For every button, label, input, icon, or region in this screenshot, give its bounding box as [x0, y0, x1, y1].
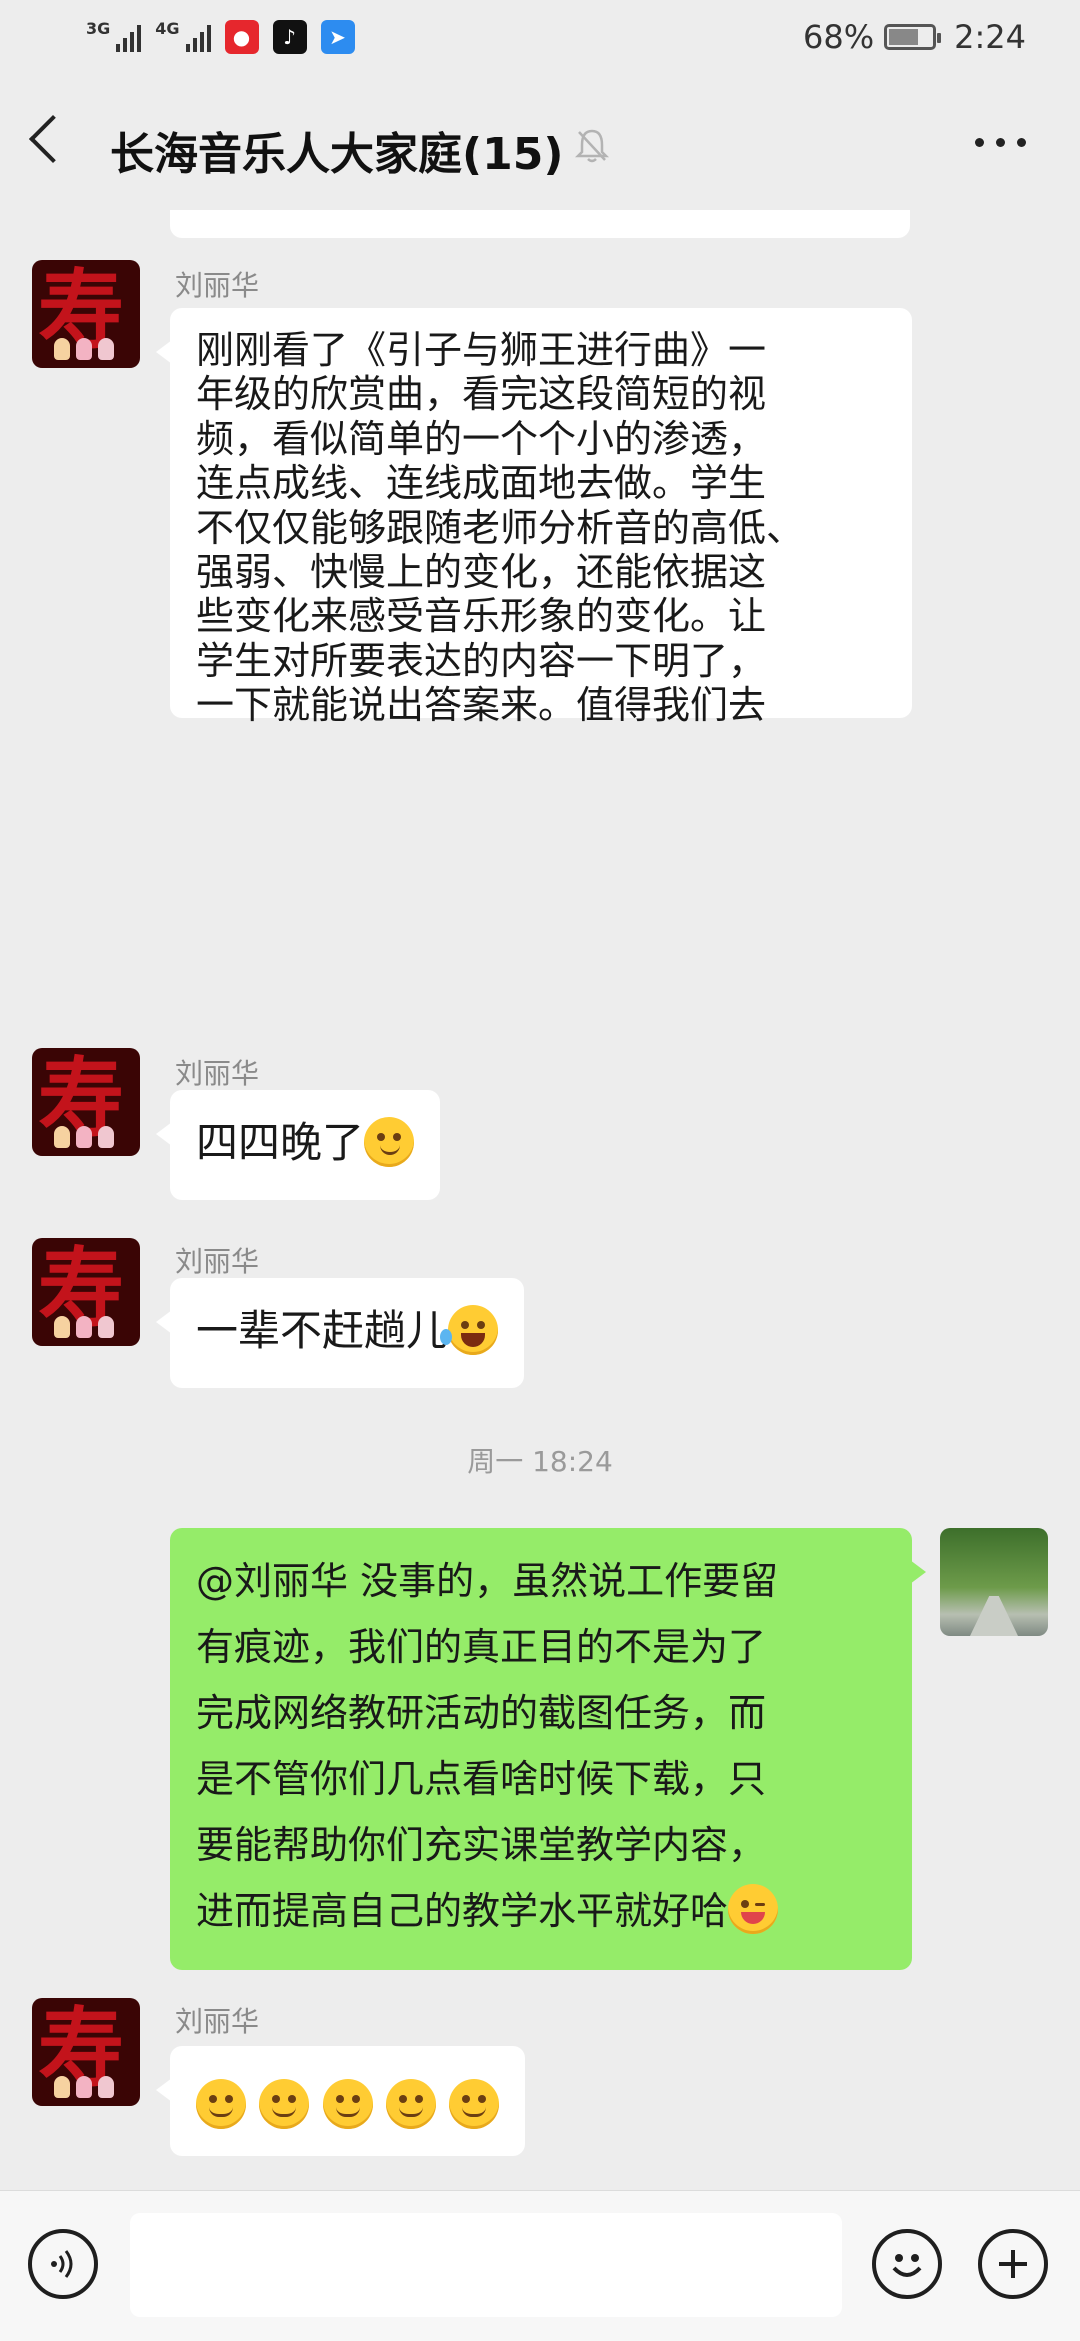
- chat-area[interactable]: 寿 刘丽华 刚刚看了《引子与狮王进行曲》一 年级的欣赏曲，看完这段简短的视 频，…: [0, 210, 1080, 2190]
- tiktok-icon: ♪: [272, 20, 307, 54]
- avatar[interactable]: 寿: [32, 260, 140, 368]
- laughing-tears-emoji-icon: [440, 1305, 499, 1355]
- message-line: 刚刚看了《引子与狮王进行曲》一: [196, 328, 767, 372]
- message-line: 连点成线、连线成面地去做。学生: [196, 461, 767, 506]
- smile-emoji-icon: [449, 2079, 500, 2129]
- message-line: 强弱、快慢上的变化，还能依据这: [196, 550, 767, 595]
- status-right: 68% 2:24: [803, 18, 1026, 56]
- more-functions-plus-icon[interactable]: [978, 2229, 1048, 2299]
- chat-header: 长海音乐人大家庭(15): [0, 80, 1080, 210]
- messaging-app-icon: ➤: [320, 20, 355, 54]
- avatar[interactable]: 寿: [32, 1048, 140, 1156]
- battery-percent: 68%: [803, 18, 875, 56]
- emoji-picker-icon[interactable]: [872, 2229, 942, 2299]
- more-icon[interactable]: [975, 138, 1026, 147]
- smile-emoji-icon: [259, 2079, 310, 2129]
- avatar[interactable]: 寿: [32, 1238, 140, 1346]
- voice-wave-icon: [51, 2250, 73, 2278]
- timestamp: 周一 18:24: [467, 1445, 613, 1478]
- signal-strength-icon-2: [185, 22, 211, 52]
- back-icon[interactable]: [28, 114, 78, 164]
- message-line: @刘丽华 没事的，虽然说工作要留: [196, 1559, 779, 1603]
- network-3g-label: 3G: [86, 19, 111, 38]
- input-bar: [0, 2190, 1080, 2341]
- message-line: 一下就能说出答案来。值得我们去: [196, 683, 767, 728]
- avatar[interactable]: 寿: [32, 1998, 140, 2106]
- my-avatar[interactable]: [940, 1528, 1048, 1636]
- message-text: 进而提高自己的教学水平就好哈: [196, 1889, 729, 1933]
- voice-input-icon[interactable]: [28, 2229, 98, 2299]
- message-bubble[interactable]: 一辈不赶趟儿: [155, 1278, 525, 1388]
- message-line: 进而提高自己的教学水平就好哈: [196, 1878, 886, 1944]
- chat-title: 长海音乐人大家庭(15): [110, 129, 564, 180]
- message-bubble[interactable]: 四四晚了: [155, 1090, 441, 1200]
- message-input[interactable]: [130, 2213, 842, 2317]
- smiley-face-icon: [892, 2254, 922, 2277]
- clock: 2:24: [954, 18, 1026, 56]
- message-bubble[interactable]: 刚刚看了《引子与狮王进行曲》一 年级的欣赏曲，看完这段简短的视 频，看似简单的一…: [156, 308, 912, 727]
- status-bar: 3G 4G ● ♪ ➤ 68% 2:24: [0, 0, 1080, 80]
- message-line: 是不管你们几点看啥时候下载，只: [196, 1757, 767, 1801]
- sender-name: 刘丽华: [175, 1245, 260, 1278]
- smile-emoji-icon: [196, 2079, 246, 2129]
- message-line: 有痕迹，我们的真正目的不是为了: [196, 1625, 767, 1669]
- signal-strength-icon: [116, 22, 142, 52]
- message-text: 四四晚了: [196, 1118, 365, 1167]
- smirk-emoji-icon: [364, 1117, 415, 1167]
- message-line: 些变化来感受音乐形象的变化。让: [196, 594, 767, 639]
- sender-name: 刘丽华: [175, 269, 260, 302]
- news-app-icon: ●: [224, 20, 259, 54]
- message-line: 完成网络教研活动的截图任务，而: [196, 1691, 767, 1735]
- mute-bell-icon: [574, 129, 610, 163]
- smile-emoji-icon: [322, 2079, 373, 2129]
- my-message-bubble[interactable]: @刘丽华 没事的，虽然说工作要留 有痕迹，我们的真正目的不是为了 完成网络教研活…: [170, 1528, 926, 1970]
- plus-icon: [999, 2250, 1027, 2278]
- message-line: 年级的欣赏曲，看完这段简短的视: [196, 372, 767, 417]
- battery-icon: [884, 24, 942, 50]
- message-text: 一辈不赶趟儿: [196, 1306, 449, 1355]
- message-line: 要能帮助你们充实课堂教学内容，: [196, 1823, 767, 1867]
- wink-tongue-emoji-icon: [728, 1884, 779, 1934]
- network-4g-label: 4G: [155, 19, 180, 38]
- status-left: 3G 4G ● ♪ ➤: [86, 20, 355, 54]
- message-line: 频，看似简单的一个个小的渗透，: [196, 416, 767, 461]
- message-bubble[interactable]: [155, 2046, 526, 2156]
- smile-emoji-icon: [386, 2079, 437, 2129]
- sender-name: 刘丽华: [175, 2005, 260, 2038]
- message-line: 学生对所要表达的内容一下明了，: [196, 638, 767, 683]
- message-line: 不仅仅能够跟随老师分析音的高低、: [196, 505, 805, 550]
- sender-name: 刘丽华: [175, 1057, 260, 1090]
- previous-message-bubble[interactable]: [170, 210, 910, 238]
